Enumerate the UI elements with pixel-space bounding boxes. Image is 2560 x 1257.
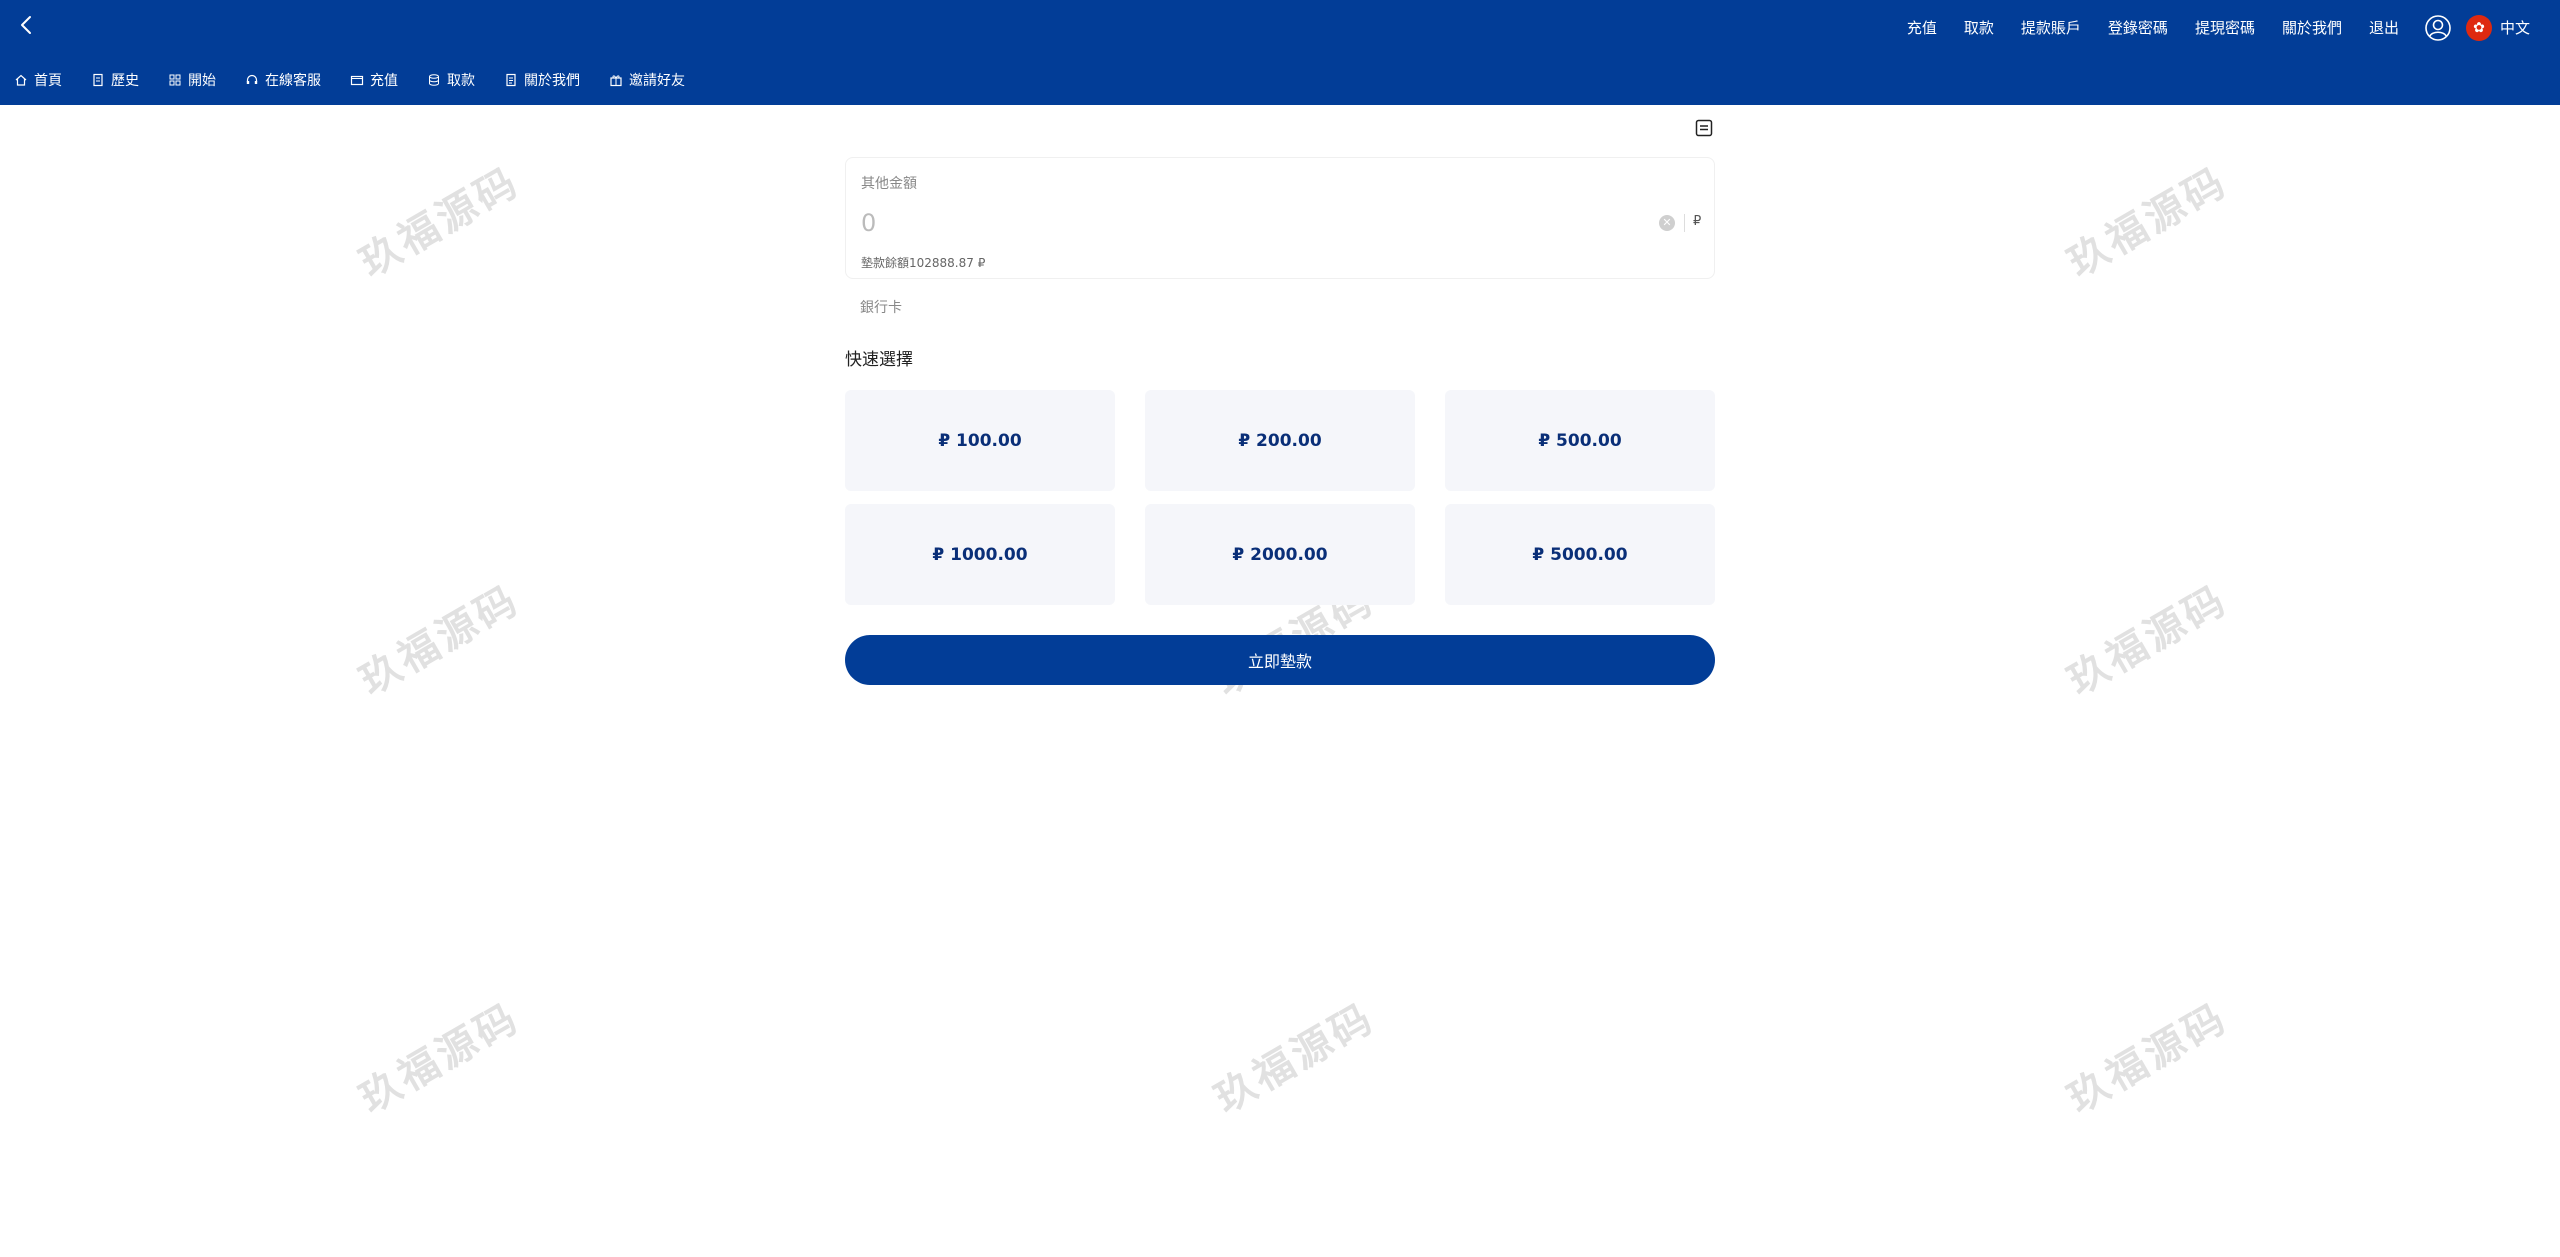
top-nav: 充值 取款 提款賬戶 登錄密碼 提現密碼 關於我們 退出 ✿ 中文 xyxy=(1880,0,2560,55)
subnav-item-home[interactable]: 首頁 xyxy=(14,70,62,90)
balance-text: 墊款餘額102888.87 ₽ xyxy=(861,256,986,270)
history-icon xyxy=(91,73,105,87)
quick-amount-button[interactable]: ₽ 500.00 xyxy=(1445,390,1715,491)
subnav-label: 邀請好友 xyxy=(629,73,685,89)
watermark: 玖福源码 xyxy=(352,576,528,705)
home-icon xyxy=(14,73,28,87)
subnav-label: 首頁 xyxy=(34,73,62,89)
app-header: 充值 取款 提款賬戶 登錄密碼 提現密碼 關於我們 退出 ✿ 中文 首頁 歷史 … xyxy=(0,0,2560,105)
language-label: 中文 xyxy=(2499,19,2530,37)
submit-deposit-button[interactable]: 立即墊款 xyxy=(845,635,1715,685)
quick-amount-button[interactable]: ₽ 200.00 xyxy=(1145,390,1415,491)
subnav-item-invite[interactable]: 邀請好友 xyxy=(609,70,685,90)
subnav-item-history[interactable]: 歷史 xyxy=(91,70,139,90)
top-link-withdraw[interactable]: 取款 xyxy=(1964,17,1994,38)
currency-symbol: ₽ xyxy=(1693,214,1702,229)
subnav-label: 充值 xyxy=(370,73,398,89)
amount-input[interactable] xyxy=(861,206,1621,240)
headset-icon xyxy=(245,73,259,87)
amount-card: 其他金額 ✕ ₽ 墊款餘額102888.87 ₽ xyxy=(845,157,1715,279)
watermark: 玖福源码 xyxy=(2060,994,2236,1123)
amount-label: 其他金額 xyxy=(861,176,917,192)
language-switcher[interactable]: ✿ 中文 xyxy=(2465,14,2530,41)
quick-amount-grid: ₽ 100.00 ₽ 200.00 ₽ 500.00 ₽ 1000.00 ₽ 2… xyxy=(845,390,1715,605)
quick-amount-button[interactable]: ₽ 5000.00 xyxy=(1445,504,1715,605)
sub-nav: 首頁 歷史 開始 在線客服 充值 取款 關於我們 邀請好友 xyxy=(0,64,714,96)
back-chevron-icon[interactable] xyxy=(14,12,40,38)
subnav-label: 取款 xyxy=(447,73,475,89)
top-link-withdraw-password[interactable]: 提現密碼 xyxy=(2195,17,2255,38)
records-icon[interactable] xyxy=(1695,119,1713,137)
subnav-label: 歷史 xyxy=(111,73,139,89)
top-link-login-password[interactable]: 登錄密碼 xyxy=(2108,17,2168,38)
watermark: 玖福源码 xyxy=(352,158,528,287)
hk-flag-icon: ✿ xyxy=(2465,14,2492,41)
clear-icon[interactable]: ✕ xyxy=(1659,215,1675,231)
subnav-label: 開始 xyxy=(188,73,216,89)
subnav-item-support[interactable]: 在線客服 xyxy=(245,70,321,90)
subnav-label: 在線客服 xyxy=(265,73,321,89)
wallet-icon xyxy=(350,73,364,87)
user-avatar-icon[interactable] xyxy=(2424,14,2452,42)
subnav-label: 關於我們 xyxy=(524,73,580,89)
quick-amount-button[interactable]: ₽ 2000.00 xyxy=(1145,504,1415,605)
subnav-item-start[interactable]: 開始 xyxy=(168,70,216,90)
document-icon xyxy=(504,73,518,87)
watermark: 玖福源码 xyxy=(352,994,528,1123)
top-link-withdraw-account[interactable]: 提款賬戶 xyxy=(2021,17,2081,38)
watermark: 玖福源码 xyxy=(2060,158,2236,287)
gift-icon xyxy=(609,73,623,87)
top-link-recharge[interactable]: 充值 xyxy=(1907,17,1937,38)
coins-icon xyxy=(427,73,441,87)
divider xyxy=(1684,214,1685,232)
grid-icon xyxy=(168,73,182,87)
watermark: 玖福源码 xyxy=(2060,576,2236,705)
subnav-item-recharge[interactable]: 充值 xyxy=(350,70,398,90)
subnav-item-withdraw[interactable]: 取款 xyxy=(427,70,475,90)
bank-card-selector[interactable]: 銀行卡 xyxy=(860,297,902,317)
watermark: 玖福源码 xyxy=(1207,994,1383,1123)
top-link-about[interactable]: 關於我們 xyxy=(2282,17,2342,38)
quick-select-title: 快速選擇 xyxy=(845,350,913,370)
subnav-item-about[interactable]: 關於我們 xyxy=(504,70,580,90)
quick-amount-button[interactable]: ₽ 1000.00 xyxy=(845,504,1115,605)
quick-amount-button[interactable]: ₽ 100.00 xyxy=(845,390,1115,491)
top-link-logout[interactable]: 退出 xyxy=(2369,17,2399,38)
